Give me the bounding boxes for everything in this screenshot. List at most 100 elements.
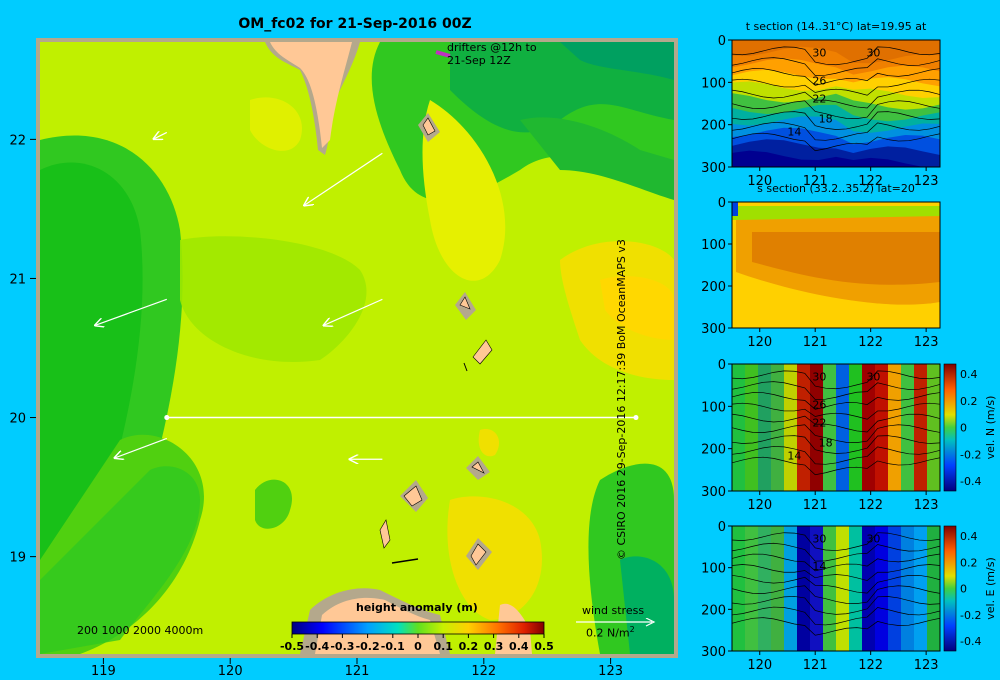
colorbar-title: height anomaly (m) — [356, 601, 478, 614]
panel-y-tick-label: 0 — [718, 34, 726, 49]
colorbar-tick-label: -0.1 — [381, 640, 405, 653]
panel-x-tick-label: 123 — [914, 498, 939, 513]
contour-label: 14 — [787, 125, 801, 138]
velocity-column — [849, 526, 863, 651]
credit-line: © CSIRO 2016 29-Sep-2016 12:17:39 BoM Oc… — [615, 239, 628, 560]
colorbar-tick-label: 0.2 — [459, 640, 479, 653]
velocity-column — [888, 364, 902, 491]
x-tick-label: 123 — [598, 664, 623, 679]
panel-title: t section (14..31°C) lat=19.95 at — [746, 20, 927, 33]
section-panel-4: 30 30 14 120 121 122 123 0 100 200 300 0.4 0.2 0 -0.2 -… — [701, 520, 997, 673]
colorbar-tick-label: -0.3 — [330, 640, 354, 653]
panel-x-tick-label: 120 — [747, 658, 772, 673]
y-tick-label: 19 — [9, 551, 26, 566]
colorbar-tick-label: 0.5 — [534, 640, 554, 653]
panel-y-tick-label: 0 — [718, 358, 726, 373]
colorbar-tick-label: -0.4 — [305, 640, 329, 653]
velocity-colorbar-tick: 0 — [960, 422, 967, 435]
panel-x-tick-label: 122 — [858, 335, 883, 350]
velocity-colorbar-tick: 0.4 — [960, 368, 978, 381]
contour-label: 22 — [812, 92, 826, 105]
colorbar-tick-label: -0.2 — [356, 640, 380, 653]
section-panel-2: s section (33.2..35.2) lat=20 120 121 122 12… — [701, 182, 941, 350]
section-endpoint — [164, 415, 170, 421]
velocity-colorbar-tick: -0.4 — [960, 475, 981, 488]
depth-legend: 200 1000 2000 4000m — [77, 624, 204, 637]
panel-y-tick-label: 200 — [701, 280, 726, 295]
contour-label: 30 — [866, 47, 880, 60]
velocity-colorbar-label: vel. N (m/s) — [984, 396, 997, 460]
wind-scale-arrow — [576, 618, 656, 627]
velocity-column — [927, 364, 940, 491]
contour-label: 30 — [866, 371, 880, 384]
section-panel-1: t section (14..31°C) lat=19.95 at 30 30 26 2… — [701, 20, 941, 189]
wind-stress-label: wind stress — [582, 604, 645, 617]
colorbar-tick-label: 0.4 — [509, 640, 529, 653]
panel-x-tick-label: 121 — [803, 498, 828, 513]
height-anomaly-map: 119 120 121 122 12319202122 -0.5 -0.4 -0.3 -0.2… — [9, 20, 997, 679]
panel-y-tick-label: 100 — [701, 400, 726, 415]
velocity-column — [914, 526, 928, 651]
colorbar-tick-label: 0.3 — [484, 640, 504, 653]
panel-y-tick-label: 200 — [701, 603, 726, 618]
velocity-column — [901, 364, 915, 491]
panel-y-tick-label: 100 — [701, 76, 726, 91]
panel-y-tick-label: 0 — [718, 520, 726, 535]
velocity-colorbar-tick: -0.2 — [960, 448, 981, 461]
panel-y-tick-label: 100 — [701, 238, 726, 253]
velocity-column — [771, 526, 785, 651]
panel-x-tick-label: 122 — [858, 658, 883, 673]
panel-title: s section (33.2..35.2) lat=20 — [757, 182, 915, 195]
y-tick-label: 21 — [9, 272, 26, 287]
velocity-column — [771, 364, 785, 491]
velocity-colorbar-tick: -0.4 — [960, 635, 981, 648]
panel-y-tick-label: 300 — [701, 161, 726, 176]
panel-x-tick-label: 123 — [914, 174, 939, 189]
x-tick-label: 120 — [218, 664, 243, 679]
colorbar-tick-label: -0.5 — [280, 640, 304, 653]
velocity-colorbar-tick: 0.2 — [960, 395, 978, 408]
section-panel-3: 30 30 26 22 18 14 120 121 122 123 0 100 200 300 0.4 0.2… — [701, 358, 997, 513]
velocity-column — [901, 526, 915, 651]
velocity-column — [745, 526, 759, 651]
velocity-colorbar-tick: 0 — [960, 583, 967, 596]
velocity-column — [732, 526, 746, 651]
y-tick-label: 22 — [9, 133, 26, 148]
contour-label: 26 — [812, 399, 826, 412]
contour-label: 14 — [787, 449, 801, 462]
velocity-colorbar — [943, 525, 957, 652]
contour-label: 30 — [812, 371, 826, 384]
panel-y-tick-label: 200 — [701, 119, 726, 134]
velocity-colorbar-tick: 0.2 — [960, 556, 978, 569]
contour-label: 30 — [812, 47, 826, 60]
section-endpoint — [633, 415, 639, 421]
contour-label: 30 — [866, 533, 880, 546]
panel-x-tick-label: 121 — [803, 335, 828, 350]
velocity-column — [914, 364, 928, 491]
contour-label: 22 — [812, 416, 826, 429]
panel-y-tick-label: 300 — [701, 322, 726, 337]
drifters-label-1: drifters @12h to — [447, 41, 537, 54]
velocity-column — [927, 526, 940, 651]
x-tick-label: 121 — [345, 664, 370, 679]
velocity-column — [888, 526, 902, 651]
panel-x-tick-label: 123 — [914, 335, 939, 350]
velocity-column — [745, 364, 759, 491]
contour-label: 14 — [812, 560, 826, 573]
velocity-colorbar-label: vel. E (m/s) — [984, 557, 997, 620]
panel-x-tick-label: 123 — [914, 658, 939, 673]
panel-x-tick-label: 121 — [803, 658, 828, 673]
section-panels: t section (14..31°C) lat=19.95 at 30 30 26 2… — [701, 20, 997, 673]
panel-y-tick-label: 300 — [701, 645, 726, 660]
panel-y-tick-label: 300 — [701, 485, 726, 500]
velocity-column — [797, 526, 811, 651]
velocity-column — [797, 364, 811, 491]
colorbar-tick-label: 0.1 — [433, 640, 453, 653]
panel-x-tick-label: 122 — [858, 498, 883, 513]
y-tick-label: 20 — [9, 412, 26, 427]
panel-y-tick-label: 200 — [701, 443, 726, 458]
panel-x-tick-label: 120 — [747, 335, 772, 350]
colorbar-tick-label: 0 — [414, 640, 422, 653]
contour-label: 30 — [812, 533, 826, 546]
height-anomaly-colorbar — [291, 621, 545, 635]
